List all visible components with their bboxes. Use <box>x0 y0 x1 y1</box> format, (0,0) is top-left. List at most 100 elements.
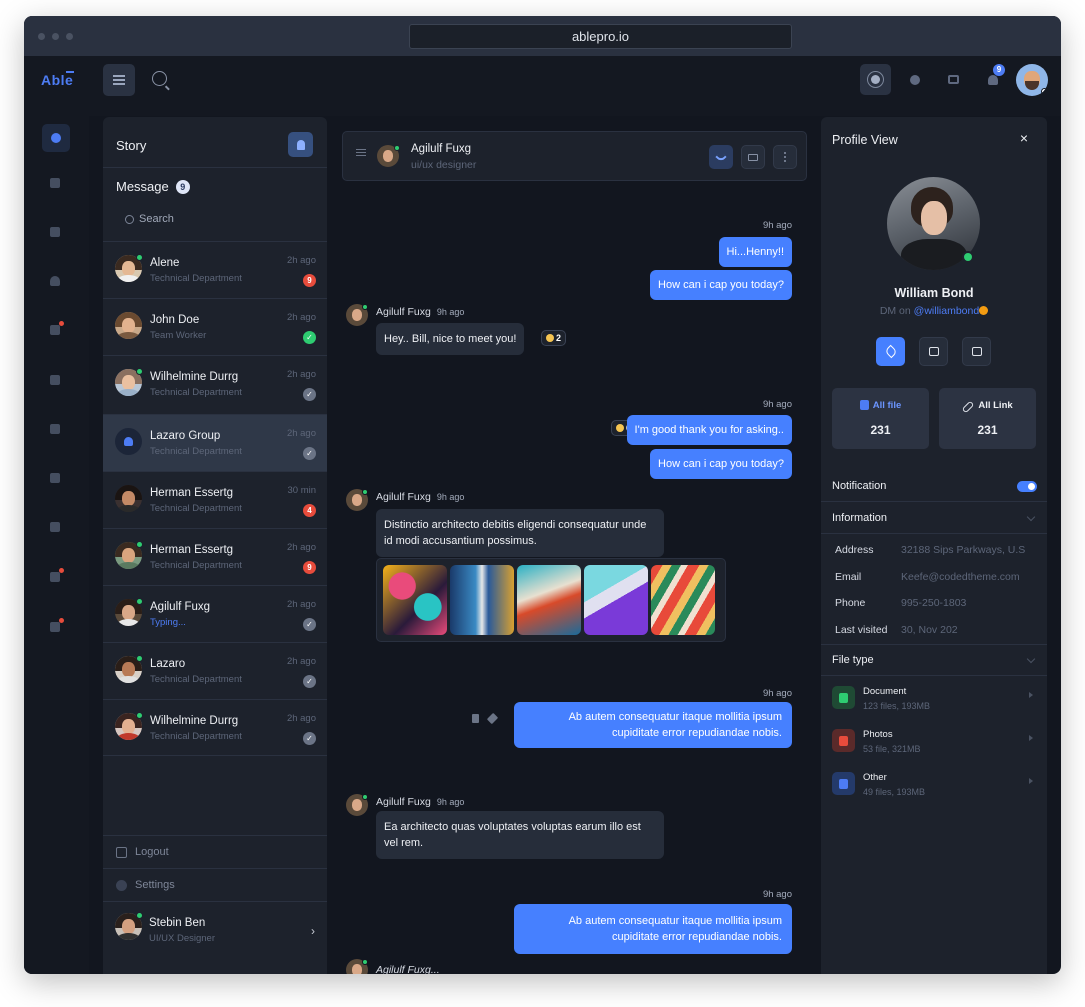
nav-pen-icon[interactable] <box>45 517 65 537</box>
theme-toggle-button[interactable] <box>860 64 891 95</box>
message-actions <box>472 712 499 725</box>
file-type-photos[interactable]: Photos 53 file, 321MB <box>832 726 1037 756</box>
profile-call-button[interactable] <box>876 337 905 366</box>
profile-name: William Bond <box>894 286 974 300</box>
user-avatar[interactable] <box>1016 64 1048 96</box>
trash-icon[interactable] <box>472 714 479 723</box>
info-row-phone: Phone 995-250-1803 <box>835 597 967 609</box>
message-time: 9h ago <box>762 220 792 231</box>
profile-handle-link[interactable]: @williambond <box>914 305 980 317</box>
unread-badge: 9 <box>303 561 316 574</box>
message-heading: Message 9 <box>116 179 190 194</box>
messages-button[interactable] <box>938 64 969 95</box>
chat-contact-name: Agilulf Fuxg <box>411 143 472 155</box>
sent-message[interactable]: How can i cap you today? <box>650 449 792 479</box>
settings-button[interactable] <box>899 64 930 95</box>
received-message[interactable]: Hey.. Bill, nice to meet you! <box>376 323 525 355</box>
information-section-toggle[interactable]: Information <box>832 512 1037 524</box>
chat-contact-role: ui/ux designer <box>411 159 477 171</box>
caret-right-icon <box>1029 692 1033 698</box>
sent-message[interactable]: How can i cap you today? <box>650 270 792 300</box>
video-icon <box>748 153 758 161</box>
contact-search-input[interactable]: Search <box>125 213 174 225</box>
document-icon <box>832 686 855 709</box>
hamburger-icon <box>113 79 125 81</box>
notification-toggle[interactable] <box>1017 481 1037 492</box>
close-icon[interactable]: × <box>1020 130 1028 146</box>
nav-mail-icon[interactable] <box>45 567 65 587</box>
app-window: ablepro.io Able 9 Story Message 9 Search… <box>24 16 1061 974</box>
all-files-card[interactable]: All file 231 <box>832 388 929 449</box>
nav-user-icon[interactable] <box>45 271 65 291</box>
gallery-image[interactable] <box>383 565 447 635</box>
brand-logo[interactable]: Able <box>41 72 73 88</box>
add-story-button[interactable] <box>288 132 313 157</box>
nav-document-icon[interactable] <box>45 468 65 488</box>
gallery-image[interactable] <box>517 565 581 635</box>
logo-accent <box>66 71 74 73</box>
current-user-card[interactable]: Stebin Ben UI/UX Designer › <box>115 912 315 952</box>
nav-layer-icon[interactable] <box>45 370 65 390</box>
phone-icon <box>883 344 898 359</box>
contact-item[interactable]: Wilhelmine Durrg Technical Department 2h… <box>103 355 327 412</box>
link-icon <box>961 400 975 414</box>
nav-chat-icon[interactable] <box>45 617 65 637</box>
unread-badge: 9 <box>303 274 316 287</box>
contact-item[interactable]: Wilhelmine Durrg Technical Department 2h… <box>103 699 327 756</box>
logout-icon <box>116 846 127 858</box>
file-type-document[interactable]: Document 123 files, 193MB <box>832 683 1037 713</box>
nav-data-icon[interactable] <box>45 222 65 242</box>
online-indicator <box>1041 88 1048 95</box>
read-check-icon: ✓ <box>303 447 316 460</box>
emoji-icon <box>979 306 989 315</box>
call-button[interactable] <box>709 145 733 169</box>
contact-item[interactable]: Agilulf Fuxg Typing... 2h ago ✓ <box>103 585 327 642</box>
sent-message[interactable]: I'm good thank you for asking.. <box>626 415 792 445</box>
logout-button[interactable]: Logout <box>116 846 169 858</box>
sun-icon <box>871 75 880 84</box>
gallery-image[interactable] <box>450 565 514 635</box>
nav-box-icon[interactable] <box>45 320 65 340</box>
file-type-other[interactable]: Other 49 files, 193MB <box>832 769 1037 799</box>
contact-item[interactable]: Lazaro Technical Department 2h ago ✓ <box>103 642 327 699</box>
received-message[interactable]: Ea architecto quas voluptates voluptas e… <box>376 811 664 859</box>
story-title: Story <box>116 138 147 153</box>
read-check-icon: ✓ <box>303 675 316 688</box>
settings-button[interactable]: Settings <box>116 879 175 891</box>
video-icon <box>928 347 939 356</box>
nav-dashboard-icon[interactable] <box>42 124 70 152</box>
file-type-section-toggle[interactable]: File type <box>832 654 1037 666</box>
notification-label: Notification <box>832 480 887 492</box>
reaction-badge[interactable]: 2 <box>541 330 567 346</box>
gallery-image[interactable] <box>651 565 715 635</box>
sent-message[interactable]: Hi...Henny!! <box>718 237 792 267</box>
profile-message-button[interactable] <box>962 337 991 366</box>
sent-message[interactable]: Ab autem consequatur itaque mollitia ips… <box>514 702 792 748</box>
contact-item[interactable]: Herman Essertg Technical Department 2h a… <box>103 528 327 585</box>
contact-item[interactable]: Herman Essertg Technical Department 30 m… <box>103 471 327 528</box>
unread-badge: 4 <box>303 504 316 517</box>
chat-menu-icon[interactable] <box>356 152 366 154</box>
nav-widget-icon[interactable] <box>45 173 65 193</box>
edit-icon[interactable] <box>486 712 499 725</box>
contact-item-selected[interactable]: Lazaro Group Technical Department 2h ago… <box>103 414 327 471</box>
window-controls[interactable] <box>38 33 73 40</box>
microphone-icon <box>296 139 305 150</box>
contacts-panel: Story Message 9 Search Alene Technical D… <box>103 117 327 974</box>
search-icon[interactable] <box>152 71 167 86</box>
more-options-button[interactable] <box>773 145 797 169</box>
menu-toggle-button[interactable] <box>103 64 135 96</box>
file-icon <box>859 400 869 410</box>
contact-item[interactable]: John Doe Team Worker 2h ago ✓ <box>103 298 327 355</box>
gallery-image[interactable] <box>584 565 648 635</box>
received-message[interactable]: Distinctio architecto debitis eligendi c… <box>376 509 664 557</box>
contact-item[interactable]: Alene Technical Department 2h ago 9 <box>103 241 327 298</box>
notifications-button[interactable]: 9 <box>977 64 1008 95</box>
all-links-card[interactable]: All Link 231 <box>939 388 1036 449</box>
url-bar[interactable]: ablepro.io <box>409 24 792 49</box>
nav-monitor-icon[interactable] <box>45 419 65 439</box>
sent-message[interactable]: Ab autem consequatur itaque mollitia ips… <box>514 904 792 954</box>
video-call-button[interactable] <box>741 145 765 169</box>
profile-video-button[interactable] <box>919 337 948 366</box>
phone-icon <box>715 151 727 163</box>
